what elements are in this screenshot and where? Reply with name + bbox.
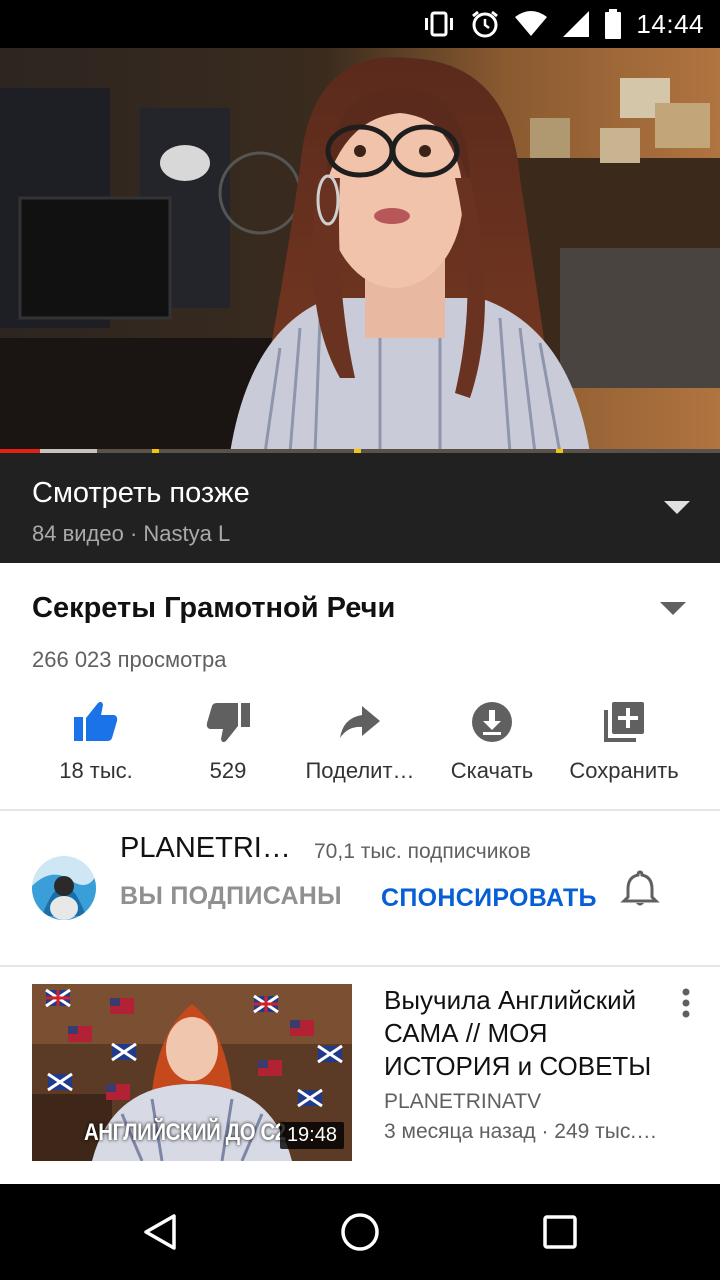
recommended-channel-name: PLANETRINATV: [384, 1090, 542, 1113]
view-count: 266 023 просмотра: [32, 647, 227, 672]
video-player[interactable]: [0, 48, 720, 453]
recents-icon[interactable]: [536, 1208, 584, 1256]
playlist-panel[interactable]: Смотреть позже 84 видео · Nastya L: [0, 453, 720, 563]
vibrate-icon: [422, 10, 456, 38]
recommended-video-meta: 3 месяца назад · 249 тыс.…: [384, 1120, 658, 1143]
playlist-title: Смотреть позже: [32, 477, 250, 509]
system-nav-bar: [0, 1184, 720, 1280]
thumbnail-caption: АНГЛИЙСКИЙ ДО С2: [84, 1119, 286, 1146]
save-label: Сохранить: [569, 758, 679, 783]
save-button[interactable]: Сохранить: [554, 696, 694, 792]
divider: [0, 965, 720, 967]
add-to-playlist-icon: [604, 702, 644, 742]
status-bar: 14:44: [0, 0, 720, 48]
channel-name[interactable]: PLANETRI…: [120, 832, 291, 865]
video-duration: 19:48: [279, 1122, 344, 1149]
sponsor-button[interactable]: СПОНСИРОВАТЬ: [381, 882, 596, 915]
thumbs-down-icon: [206, 703, 250, 743]
channel-avatar[interactable]: [32, 856, 96, 920]
bell-icon[interactable]: [620, 868, 660, 913]
signal-icon: [562, 10, 590, 38]
status-time: 14:44: [636, 8, 704, 39]
subscribed-button[interactable]: ВЫ ПОДПИСАНЫ: [120, 882, 342, 911]
video-thumbnail[interactable]: АНГЛИЙСКИЙ ДО С2 19:48: [32, 984, 352, 1161]
back-icon[interactable]: [136, 1208, 184, 1256]
share-label: Поделит…: [305, 758, 415, 783]
like-count: 18 тыс.: [59, 758, 133, 783]
like-button[interactable]: 18 тыс.: [26, 696, 166, 792]
dislike-count: 529: [209, 758, 247, 783]
share-icon: [340, 706, 380, 738]
dislike-button[interactable]: 529: [158, 696, 298, 792]
chevron-down-icon[interactable]: [660, 602, 686, 621]
action-bar: 18 тыс. 529 Поделит… Скачать Сохранить: [0, 696, 720, 792]
thumbs-up-icon: [74, 701, 118, 741]
divider: [0, 809, 720, 811]
video-frame: [0, 48, 720, 453]
download-icon: [472, 702, 512, 742]
alarm-icon: [470, 9, 500, 39]
battery-icon: [604, 9, 622, 39]
playlist-meta: 84 видео · Nastya L: [32, 521, 231, 546]
download-button[interactable]: Скачать: [422, 696, 562, 792]
home-icon[interactable]: [336, 1208, 384, 1256]
more-vert-icon[interactable]: [676, 988, 696, 1018]
recommended-video-title[interactable]: Выучила Английский САМА // МОЯ ИСТОРИЯ и…: [384, 984, 674, 1083]
chevron-down-icon[interactable]: [664, 501, 690, 520]
subscriber-count: 70,1 тыс. подписчиков: [314, 840, 531, 863]
wifi-icon: [514, 11, 548, 37]
download-label: Скачать: [450, 758, 534, 783]
share-button[interactable]: Поделит…: [290, 696, 430, 792]
video-title[interactable]: Секреты Грамотной Речи: [32, 592, 395, 625]
